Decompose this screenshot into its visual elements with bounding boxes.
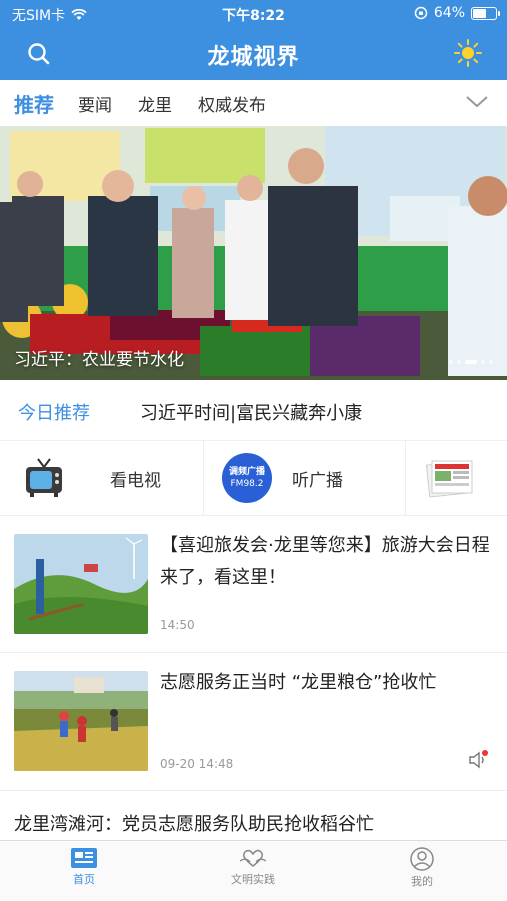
tab-profile[interactable]: 我的 <box>372 847 472 889</box>
tab-home-label: 首页 <box>73 873 95 886</box>
news-time: 14:50 <box>160 618 195 632</box>
news-thumbnail <box>14 671 148 771</box>
tv-icon <box>26 458 62 497</box>
channel-radio[interactable]: 调频广播 FM98.2 听广播 <box>222 441 343 515</box>
chevron-down-icon[interactable] <box>465 93 489 111</box>
news-time: 09-20 14:48 <box>160 757 234 771</box>
tab-official[interactable]: 权威发布 <box>198 91 266 116</box>
newspaper-icon <box>425 460 473 498</box>
news-title: 志愿服务正当时 “龙里粮仓”抢收忙 <box>160 672 437 693</box>
tab-profile-label: 我的 <box>411 875 433 888</box>
news-item[interactable]: 志愿服务正当时 “龙里粮仓”抢收忙 09-20 14:48 <box>0 653 507 789</box>
news-title[interactable]: 龙里湾滩河：党员志愿服务队助民抢收稻谷忙 <box>14 810 374 836</box>
orientation-lock-icon <box>414 6 428 20</box>
carousel-indicator <box>449 360 493 364</box>
banner-caption: 习近平：农业要节水化 <box>14 350 184 370</box>
channel-newspaper[interactable] <box>424 441 476 515</box>
news-title: 【喜迎旅发会·龙里等您来】旅游大会日程来了，看这里！ <box>160 535 490 588</box>
carousel-dot[interactable] <box>489 360 493 364</box>
today-headline[interactable]: 习近平时间|富民兴藏奔小康 <box>140 399 362 425</box>
banner-image <box>0 126 507 380</box>
channel-strip: 看电视 调频广播 FM98.2 听广播 <box>0 441 507 516</box>
tab-recommend[interactable]: 推荐 <box>14 89 54 118</box>
heart-hands-icon <box>239 849 267 867</box>
tab-news[interactable]: 要闻 <box>78 91 112 116</box>
tab-civilization[interactable]: 文明实践 <box>203 847 303 887</box>
divider <box>405 441 406 515</box>
divider <box>0 790 507 791</box>
radio-fm-icon: 调频广播 FM98.2 <box>222 453 272 503</box>
app-title: 龙城视界 <box>207 45 300 70</box>
tab-longli[interactable]: 龙里 <box>138 91 172 116</box>
today-label: 今日推荐 <box>18 403 90 424</box>
news-thumbnail <box>14 534 148 634</box>
carousel-dot[interactable] <box>481 360 485 364</box>
carousel-dot[interactable] <box>449 360 453 364</box>
category-tabs: 推荐 要闻 龙里 权威发布 <box>0 80 507 126</box>
divider <box>203 441 204 515</box>
tab-civilization-label: 文明实践 <box>231 873 275 886</box>
carousel-dot[interactable] <box>465 360 477 364</box>
radio-badge-freq: FM98.2 <box>230 479 264 489</box>
channel-tv[interactable]: 看电视 <box>24 441 161 515</box>
radio-badge-text: 调频广播 <box>228 467 265 477</box>
channel-tv-label: 看电视 <box>110 470 161 491</box>
banner-carousel[interactable]: 习近平：农业要节水化 <box>0 126 507 380</box>
app-header: 龙城视界 <box>0 28 507 80</box>
tab-home[interactable]: 首页 <box>34 847 134 887</box>
status-right: 64% <box>414 5 500 21</box>
status-bar: 无SIM卡 下午8:22 64% <box>0 0 507 28</box>
today-recommend[interactable]: 今日推荐 习近平时间|富民兴藏奔小康 <box>0 380 507 441</box>
speaker-icon[interactable] <box>467 749 489 771</box>
news-item[interactable]: 【喜迎旅发会·龙里等您来】旅游大会日程来了，看这里！ 14:50 <box>0 516 507 650</box>
channel-radio-label: 听广播 <box>292 470 343 491</box>
carousel-dot[interactable] <box>457 360 461 364</box>
bottom-tab-bar: 首页 文明实践 我的 <box>0 840 507 901</box>
battery-level <box>473 8 486 18</box>
battery-percent: 64% <box>433 5 465 21</box>
home-news-icon <box>71 848 97 868</box>
user-icon <box>410 847 434 871</box>
sun-icon[interactable] <box>453 38 483 68</box>
battery-icon <box>471 6 500 20</box>
